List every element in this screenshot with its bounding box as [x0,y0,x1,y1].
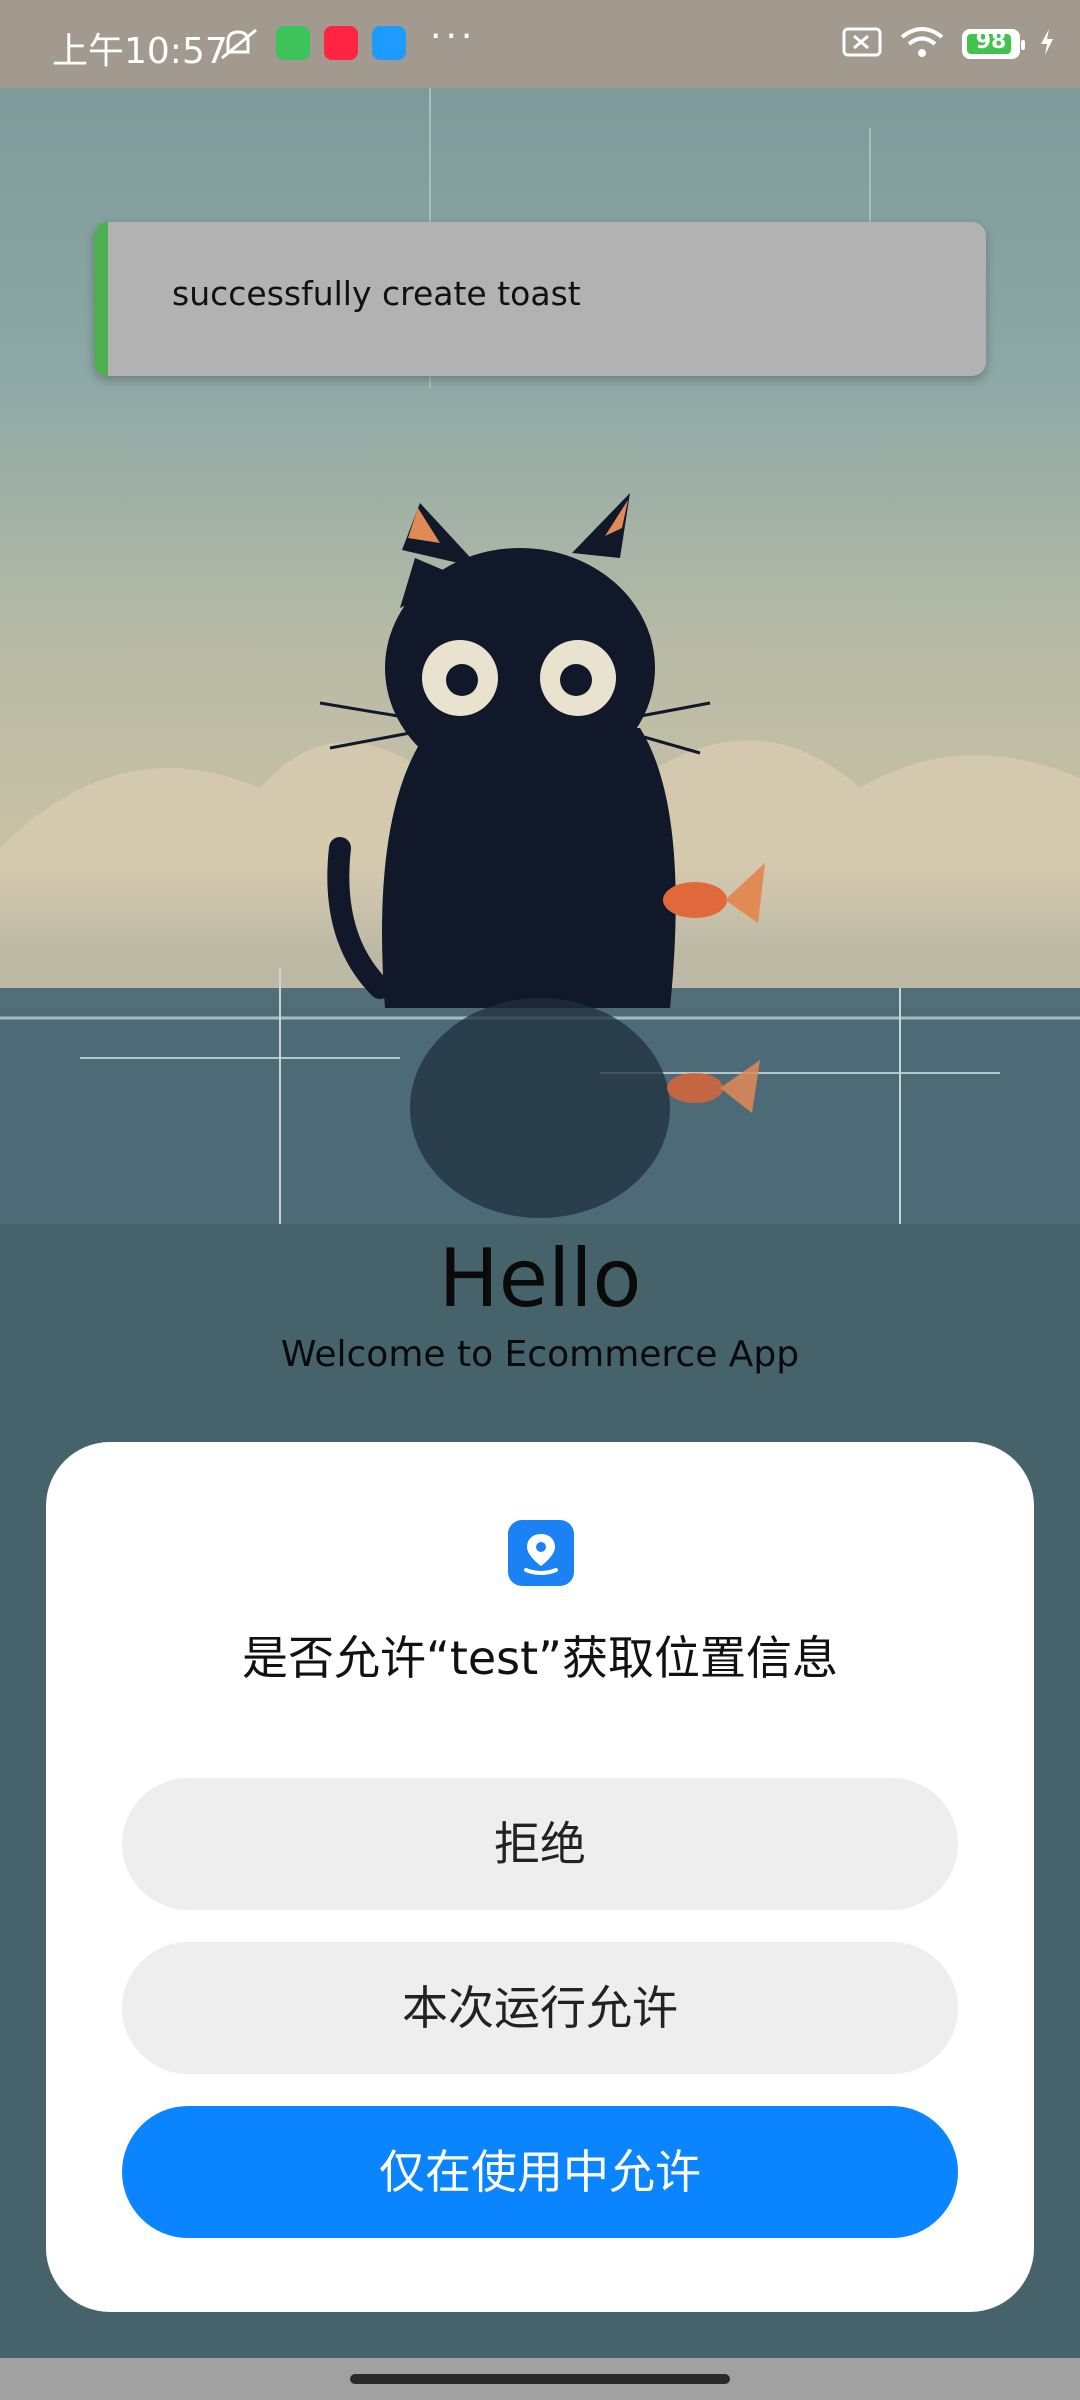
status-time: 上午10:57 [52,31,228,72]
more-dots-icon: ··· [430,16,477,57]
deny-button[interactable]: 拒绝 [122,1778,958,1910]
mute-icon [218,26,262,66]
sim-off-icon [842,27,882,61]
toast-notification: successfully create toast [94,222,986,376]
home-gesture-handle[interactable] [350,2374,730,2384]
wifi-icon [900,25,944,63]
location-pin-icon [508,1520,574,1586]
wechat-icon [276,26,310,60]
page-title: Hello [438,1232,642,1325]
location-permission-dialog: 是否允许“test”获取位置信息 拒绝 本次运行允许 仅在使用中允许 [46,1442,1034,2312]
battery-icon: 98 [962,29,1025,59]
toast-message: successfully create toast [172,274,581,313]
battery-level: 98 [975,29,1007,54]
allow-while-using-button[interactable]: 仅在使用中允许 [122,2106,958,2238]
charging-icon [1038,27,1056,61]
xiaohongshu-icon [324,26,358,60]
dialog-title: 是否允许“test”获取位置信息 [241,1631,838,1685]
page-subtitle: Welcome to Ecommerce App [280,1334,800,1375]
chat-icon [372,26,406,60]
allow-once-button[interactable]: 本次运行允许 [122,1942,958,2074]
toast-accent-bar [94,222,108,376]
status-bar: 上午10:57 ··· 98 [0,0,1080,88]
